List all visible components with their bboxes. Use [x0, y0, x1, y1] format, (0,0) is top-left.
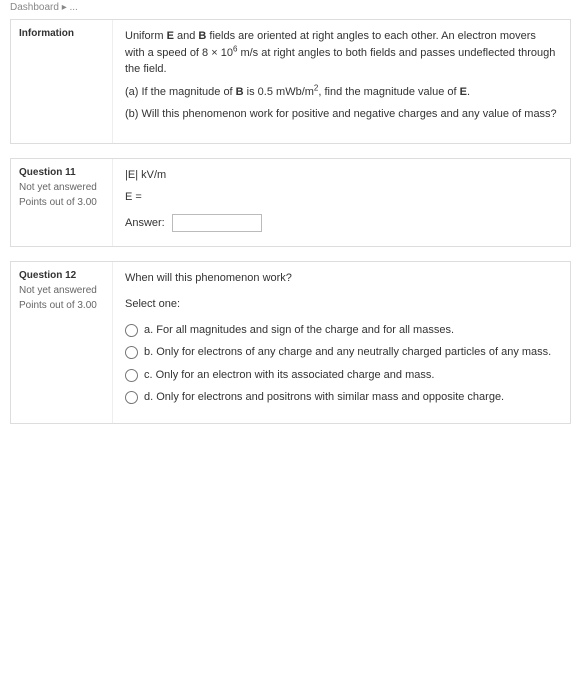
info-text-bold-B: B — [236, 86, 244, 98]
question-points: Points out of 3.00 — [19, 300, 104, 311]
info-text: Uniform — [125, 30, 167, 42]
option-radio-a[interactable] — [125, 324, 138, 337]
question-status: Not yet answered — [19, 182, 104, 193]
option-label: b. Only for electrons of any charge and … — [144, 344, 558, 361]
info-text: is 0.5 mWb/m — [244, 86, 314, 98]
option-row: b. Only for electrons of any charge and … — [125, 341, 558, 364]
option-radio-c[interactable] — [125, 369, 138, 382]
answer-label: Answer: — [125, 217, 165, 229]
info-content: Uniform E and B fields are oriented at r… — [113, 20, 570, 143]
q11-line1: |E| kV/m — [125, 167, 558, 184]
info-text: (a) If the magnitude of — [125, 86, 236, 98]
option-label: c. Only for an electron with its associa… — [144, 367, 558, 384]
select-one-label: Select one: — [125, 296, 558, 313]
question-status: Not yet answered — [19, 285, 104, 296]
question-points: Points out of 3.00 — [19, 197, 104, 208]
q12-prompt: When will this phenomenon work? — [125, 270, 558, 287]
question-12-block: Question 12 Not yet answered Points out … — [10, 261, 571, 424]
info-label: Information — [19, 28, 104, 39]
q11-line2: E = — [125, 189, 558, 206]
info-text-bold-E: E — [460, 86, 467, 98]
info-text: (b) Will this phenomenon work for positi… — [125, 106, 558, 123]
option-label: a. For all magnitudes and sign of the ch… — [144, 322, 558, 339]
info-text: . — [467, 86, 470, 98]
option-radio-b[interactable] — [125, 346, 138, 359]
option-label: d. Only for electrons and positrons with… — [144, 389, 558, 406]
option-radio-d[interactable] — [125, 391, 138, 404]
option-row: a. For all magnitudes and sign of the ch… — [125, 319, 558, 342]
question-title: Question 12 — [19, 270, 104, 281]
info-text-bold-E: E — [167, 30, 174, 42]
info-text: and — [174, 30, 198, 42]
option-row: c. Only for an electron with its associa… — [125, 364, 558, 387]
question-title: Question 11 — [19, 167, 104, 178]
breadcrumb: Dashboard ▸ ... — [10, 0, 571, 19]
info-text: , find the magnitude value of — [318, 86, 459, 98]
option-row: d. Only for electrons and positrons with… — [125, 386, 558, 409]
question-11-block: Question 11 Not yet answered Points out … — [10, 158, 571, 247]
answer-input[interactable] — [172, 214, 262, 232]
information-block: Information Uniform E and B fields are o… — [10, 19, 571, 144]
